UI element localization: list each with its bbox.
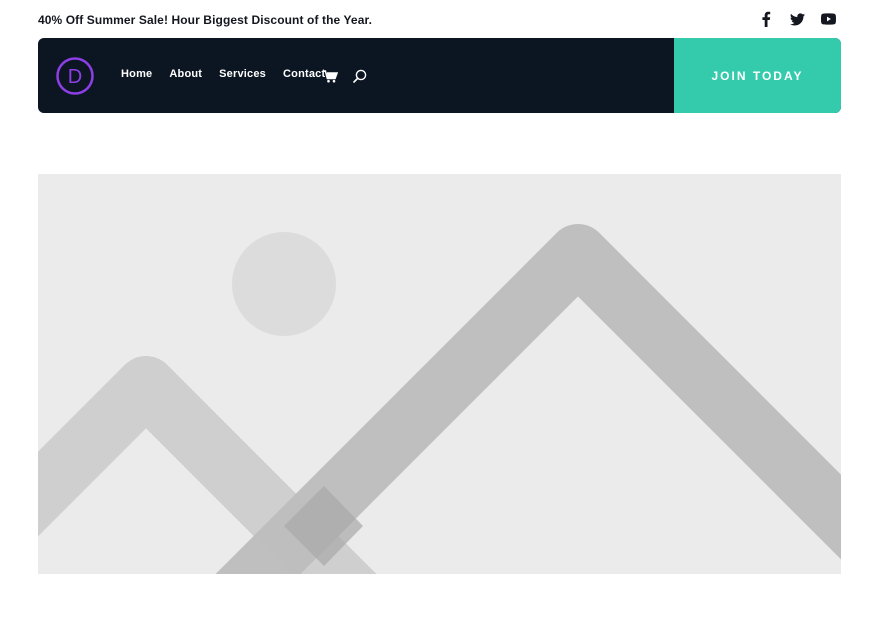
nav-item-home[interactable]: Home (121, 68, 152, 80)
search-icon[interactable] (352, 68, 368, 84)
twitter-icon[interactable] (788, 10, 806, 28)
main-menu: Home About Services Contact (121, 68, 342, 80)
youtube-icon[interactable] (819, 10, 837, 28)
nav-item-about[interactable]: About (169, 68, 202, 80)
promo-text: 40% Off Summer Sale! Hour Biggest Discou… (38, 13, 373, 27)
nav-item-services[interactable]: Services (219, 68, 266, 80)
main-navbar: D Home About Services Contact JOIN TODAY (38, 38, 841, 113)
logo[interactable]: D (55, 56, 95, 96)
nav-item-contact[interactable]: Contact (283, 68, 325, 80)
join-today-button[interactable]: JOIN TODAY (674, 38, 841, 113)
facebook-icon[interactable] (757, 10, 775, 28)
cart-icon[interactable] (322, 68, 338, 84)
top-bar: 40% Off Summer Sale! Hour Biggest Discou… (0, 0, 880, 38)
image-placeholder (38, 174, 841, 574)
logo-letter: D (68, 66, 82, 88)
